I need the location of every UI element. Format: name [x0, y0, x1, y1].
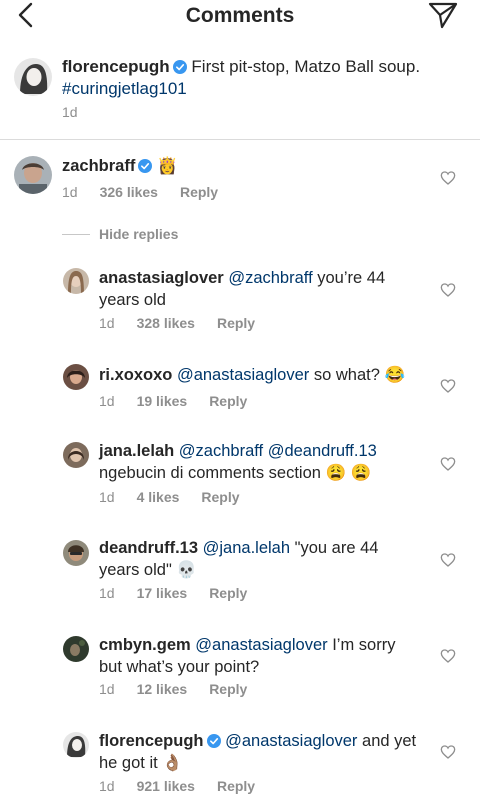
reply-mention[interactable]: @zachbraff @deandruff.13 — [179, 442, 377, 460]
comment-meta: 1d 326 likes Reply — [62, 184, 240, 200]
heart-outline-icon[interactable] — [440, 552, 456, 568]
heart-outline-icon[interactable] — [440, 456, 456, 472]
divider — [0, 139, 480, 140]
reply-text-line2: but what’s your point? — [99, 658, 260, 676]
reply-text-line2: he got it 👌🏽 — [99, 754, 183, 772]
heart-outline-icon[interactable] — [440, 170, 456, 186]
reply-text-line1: "you are 44 — [290, 539, 379, 557]
verified-badge-icon — [138, 159, 153, 173]
reply-mention[interactable]: @jana.lelah — [203, 539, 290, 557]
reply-timestamp: 1d — [99, 681, 115, 697]
reply-meta: 1d 17 likes Reply — [99, 585, 269, 601]
reply-mention[interactable]: @anastasiaglover — [225, 732, 357, 750]
comment-emoji: 👸 — [156, 157, 178, 175]
reply-mention[interactable]: @zachbraff — [228, 269, 312, 287]
reply-likes[interactable]: 921 likes — [137, 778, 195, 794]
caption-text: First pit-stop, Matzo Ball soup. — [191, 57, 421, 76]
comment-likes[interactable]: 326 likes — [100, 184, 158, 200]
reply-meta: 1d 4 likes Reply — [99, 489, 262, 505]
reply-meta: 1d 19 likes Reply — [99, 393, 269, 409]
comment-timestamp: 1d — [62, 184, 78, 200]
avatar[interactable] — [63, 442, 89, 468]
reply-text: cmbyn.gem @anastasiaglover I’m sorry but… — [99, 634, 439, 678]
comment-username[interactable]: zachbraff — [62, 157, 135, 175]
reply-timestamp: 1d — [99, 778, 115, 794]
reply-username[interactable]: florencepugh — [99, 732, 204, 750]
reply-text-line1: you’re 44 — [312, 269, 386, 287]
avatar[interactable] — [14, 156, 52, 194]
reply-likes[interactable]: 4 likes — [137, 489, 180, 505]
caption-username[interactable]: florencepugh — [62, 57, 170, 76]
reply-button[interactable]: Reply — [209, 393, 247, 409]
reply-mention[interactable]: @anastasiaglover — [177, 366, 309, 384]
reply-username[interactable]: deandruff.13 — [99, 539, 198, 557]
verified-badge-icon — [172, 60, 187, 74]
avatar[interactable] — [63, 732, 89, 758]
reply-timestamp: 1d — [99, 585, 115, 601]
hide-replies-button[interactable]: Hide replies — [99, 226, 178, 242]
verified-badge-icon — [206, 734, 221, 748]
reply-username[interactable]: anastasiaglover — [99, 269, 224, 287]
reply-likes[interactable]: 12 likes — [137, 681, 188, 697]
reply-text-line2: years old — [99, 291, 166, 309]
reply-button[interactable]: Reply — [217, 778, 255, 794]
heart-outline-icon[interactable] — [440, 378, 456, 394]
heart-outline-icon[interactable] — [440, 648, 456, 664]
reply-mention[interactable]: @anastasiaglover — [195, 636, 327, 654]
hide-replies-line — [62, 234, 90, 235]
avatar[interactable] — [14, 58, 52, 96]
caption-hashtag[interactable]: #curingjetlag101 — [62, 79, 187, 98]
reply-text: ri.xoxoxo @anastasiaglover so what? 😂 — [99, 364, 439, 386]
reply-username[interactable]: jana.lelah — [99, 442, 174, 460]
reply-button[interactable]: Reply — [209, 681, 247, 697]
reply-text-line1: I’m sorry — [327, 636, 396, 654]
avatar[interactable] — [63, 364, 89, 390]
reply-button[interactable]: Reply — [180, 184, 218, 200]
reply-likes[interactable]: 17 likes — [137, 585, 188, 601]
reply-meta: 1d 12 likes Reply — [99, 681, 269, 697]
reply-timestamp: 1d — [99, 315, 115, 331]
reply-text: deandruff.13 @jana.lelah "you are 44 yea… — [99, 537, 439, 581]
reply-username[interactable]: ri.xoxoxo — [99, 366, 172, 384]
reply-likes[interactable]: 328 likes — [137, 315, 195, 331]
reply-text-line2: years old" 💀 — [99, 561, 197, 579]
comment-text: zachbraff 👸 — [62, 155, 178, 177]
caption: florencepugh First pit-stop, Matzo Ball … — [62, 56, 462, 100]
top-bar: Comments — [0, 0, 480, 32]
reply-text: jana.lelah @zachbraff @deandruff.13 ngeb… — [99, 440, 439, 484]
paper-plane-icon[interactable] — [428, 1, 458, 29]
heart-outline-icon[interactable] — [440, 744, 456, 760]
caption-timestamp: 1d — [62, 104, 78, 120]
heart-outline-icon[interactable] — [440, 282, 456, 298]
avatar[interactable] — [63, 540, 89, 566]
reply-text: anastasiaglover @zachbraff you’re 44 yea… — [99, 267, 439, 311]
reply-meta: 1d 921 likes Reply — [99, 778, 277, 794]
reply-text-line1: so what? 😂 — [309, 366, 406, 384]
reply-meta: 1d 328 likes Reply — [99, 315, 277, 331]
reply-username[interactable]: cmbyn.gem — [99, 636, 191, 654]
avatar[interactable] — [63, 268, 89, 294]
page-title: Comments — [185, 4, 295, 27]
reply-text-line1: and yet — [357, 732, 417, 750]
reply-button[interactable]: Reply — [201, 489, 239, 505]
reply-button[interactable]: Reply — [217, 315, 255, 331]
avatar[interactable] — [63, 636, 89, 662]
reply-button[interactable]: Reply — [209, 585, 247, 601]
reply-timestamp: 1d — [99, 489, 115, 505]
reply-timestamp: 1d — [99, 393, 115, 409]
reply-text: florencepugh @anastasiaglover and yet he… — [99, 730, 439, 774]
reply-likes[interactable]: 19 likes — [137, 393, 188, 409]
reply-text-line2: ngebucin di comments section 😩 😩 — [99, 464, 372, 482]
